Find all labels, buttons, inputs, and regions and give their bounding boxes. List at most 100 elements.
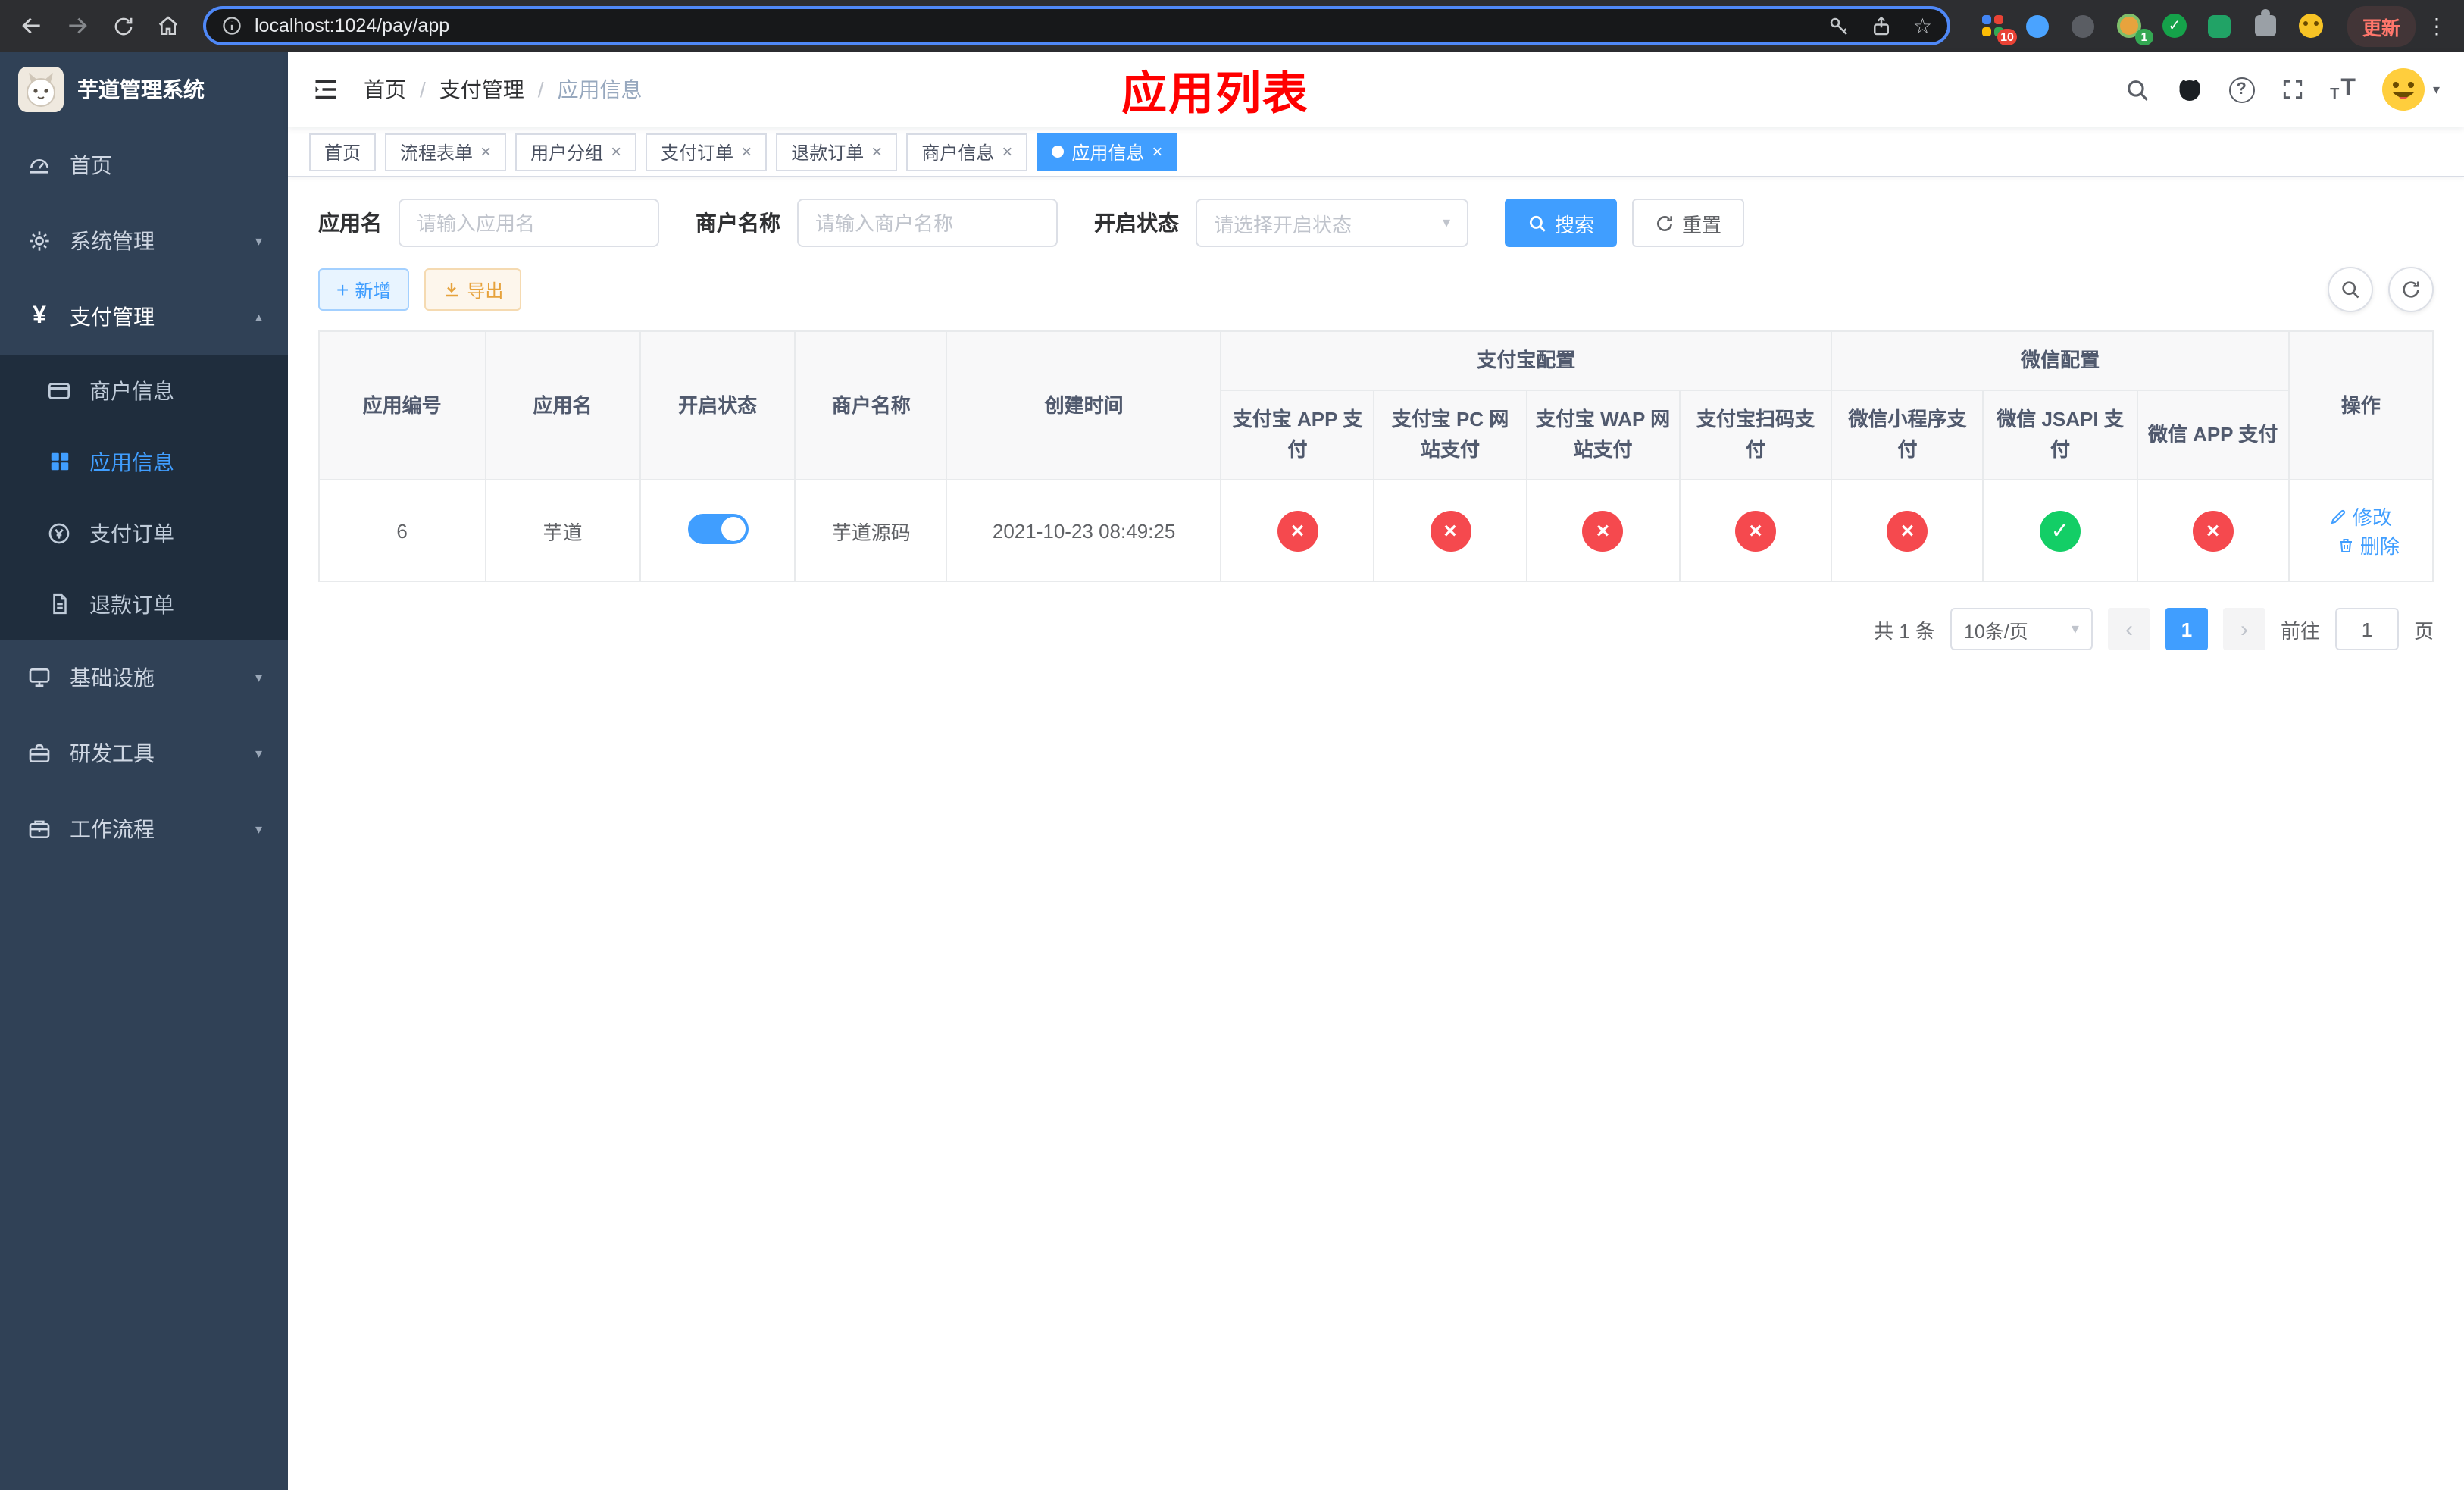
close-icon[interactable]: × [1152,142,1162,161]
extension-grid-icon[interactable]: 10 [1978,11,2017,45]
col-header-app-name: 应用名 [484,330,641,481]
delete-link[interactable]: 删除 [2337,531,2400,560]
tag-pay-orders[interactable]: 支付订单 × [646,133,768,171]
search-icon [1529,214,1546,231]
password-key-icon[interactable] [1828,14,1851,37]
chrome-update-button[interactable]: 更新 [2347,5,2416,46]
reload-button[interactable] [103,6,142,45]
status-select[interactable]: 请选择开启状态 ▾ [1196,199,1468,247]
sidebar-toggle-button[interactable] [312,76,339,103]
cell-app-id: 6 [318,479,486,583]
close-icon[interactable]: × [741,142,752,161]
forward-button[interactable] [58,6,97,45]
extension-dark-icon[interactable] [2068,11,2099,41]
search-button[interactable]: 搜索 [1505,199,1618,247]
sidebar-item-dev-tools[interactable]: 研发工具 ▾ [0,715,288,791]
sidebar-item-refund-orders[interactable]: 退款订单 [0,568,288,640]
add-button[interactable]: + 新增 [318,268,410,311]
sidebar-item-home[interactable]: 首页 [0,127,288,203]
sidebar-item-infrastructure[interactable]: 基础设施 ▾ [0,640,288,715]
sidebar-item-system[interactable]: 系统管理 ▾ [0,203,288,279]
tag-label: 商户信息 [921,142,995,163]
cell-app-name: 芋道 [484,479,641,583]
page-annotation-title: 应用列表 [1121,70,1309,120]
status-toggle[interactable] [687,513,749,544]
tag-label: 流程表单 [400,142,474,163]
extensions-puzzle-icon[interactable] [2250,9,2281,41]
github-icon[interactable] [2175,76,2203,103]
tag-app-info[interactable]: 应用信息 × [1037,133,1178,171]
tag-home[interactable]: 首页 [309,133,377,171]
top-navbar: 首页 支付管理 应用信息 应用列表 ? TT [288,52,2464,127]
sidebar-item-payment[interactable]: ¥ 支付管理 ▴ [0,279,288,355]
tag-user-group[interactable]: 用户分组 × [515,133,637,171]
fullscreen-icon[interactable] [2280,77,2304,102]
tags-view-bar: 首页 流程表单 × 用户分组 × 支付订单 × 退款订单 × 商户信息 × 应用… [288,127,2464,177]
profile-avatar-icon[interactable] [2296,11,2326,41]
app-logo[interactable]: 芋道管理系统 [0,52,288,127]
address-bar[interactable]: localhost:1024/pay/app ☆ [203,6,1950,45]
close-icon[interactable]: × [611,142,621,161]
grid-icon [45,450,73,473]
close-icon[interactable]: × [480,142,491,161]
share-icon[interactable] [1871,14,1893,37]
plus-icon: + [336,277,349,302]
goto-prefix: 前往 [2280,619,2320,643]
tag-label: 支付订单 [661,142,734,163]
search-icon[interactable] [2124,77,2150,102]
app-name-input[interactable] [399,199,659,247]
cell-actions: 修改 删除 [2287,479,2434,583]
home-button[interactable] [149,6,188,45]
merchant-name-label: 商户名称 [696,211,780,235]
next-page-button[interactable]: › [2222,608,2265,651]
app-title: 芋道管理系统 [77,77,205,102]
extension-check-icon[interactable]: ✓ [2159,11,2190,41]
user-avatar-menu[interactable]: ▾ [2381,67,2440,112]
menu-label: 退款订单 [89,592,174,616]
close-icon[interactable]: × [1002,142,1012,161]
edit-link[interactable]: 修改 [2330,502,2392,531]
site-info-icon[interactable] [221,15,242,36]
extension-drop-icon[interactable] [2023,11,2053,41]
tag-label: 应用信息 [1071,142,1145,163]
back-button[interactable] [12,6,52,45]
export-button[interactable]: 导出 [424,268,522,311]
merchant-name-input[interactable] [797,199,1058,247]
font-size-icon[interactable]: TT [2330,76,2356,103]
sidebar-item-workflow[interactable]: 工作流程 ▾ [0,791,288,867]
refund-doc-icon [45,593,73,615]
refresh-table-button[interactable] [2388,267,2434,312]
bookmark-star-icon[interactable]: ☆ [1913,15,1932,36]
search-icon [2342,281,2359,299]
table-row: 6 芋道 芋道源码 2021-10-23 08:49:25 × × × × × … [318,479,2434,583]
sidebar-item-pay-orders[interactable]: 支付订单 [0,497,288,568]
disabled-icon: × [2192,510,2234,552]
sidebar-item-merchant-info[interactable]: 商户信息 [0,355,288,426]
page-size-select[interactable]: 10条/页 ▾ [1950,608,2093,651]
help-icon[interactable]: ? [2228,77,2255,102]
col-header-wx-app: 微信 APP 支付 [2136,390,2290,481]
menu-label: 支付管理 [70,305,155,329]
close-icon[interactable]: × [871,142,882,161]
prev-page-button[interactable]: ‹ [2107,608,2150,651]
tag-refund-orders[interactable]: 退款订单 × [776,133,898,171]
tag-process-form[interactable]: 流程表单 × [385,133,507,171]
col-header-alipay-wap: 支付宝 WAP 网站支付 [1525,390,1681,481]
browser-menu-icon[interactable]: ⋮ [2422,13,2452,39]
pagination: 共 1 条 10条/页 ▾ ‹ 1 › 前往 页 [318,608,2434,651]
goto-page-input[interactable] [2334,608,2399,651]
col-header-actions: 操作 [2287,330,2434,481]
toggle-search-button[interactable] [2328,267,2373,312]
page-number-current[interactable]: 1 [2165,608,2208,651]
extension-green-square-icon[interactable] [2205,11,2235,41]
extension-profile-icon[interactable]: 1 [2114,11,2153,45]
breadcrumb-home[interactable]: 首页 [364,74,439,105]
extensions-row: 10 1 ✓ [1978,9,2326,45]
url-text: localhost:1024/pay/app [255,15,450,36]
breadcrumb-payment[interactable]: 支付管理 [439,74,558,105]
forward-icon [69,17,87,34]
tag-merchant-info[interactable]: 商户信息 × [906,133,1028,171]
reset-button[interactable]: 重置 [1632,199,1745,247]
logo-avatar [18,67,64,112]
sidebar-item-app-info[interactable]: 应用信息 [0,426,288,497]
